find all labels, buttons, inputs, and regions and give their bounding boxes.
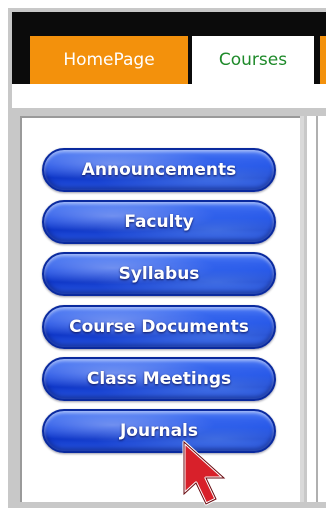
header-bar (12, 12, 326, 30)
tab-homepage[interactable]: HomePage (30, 36, 188, 84)
tab-more[interactable] (320, 36, 326, 84)
tab-courses[interactable]: Courses (192, 36, 314, 84)
divider (12, 108, 326, 116)
class-meetings-button[interactable]: Class Meetings (42, 357, 276, 401)
bottom-border (12, 502, 326, 508)
tab-underline-band (12, 84, 326, 108)
arrow-cursor-icon (182, 440, 226, 506)
syllabus-button[interactable]: Syllabus (42, 252, 276, 296)
course-documents-button[interactable]: Course Documents (42, 305, 276, 349)
content-area (304, 116, 326, 502)
content-border (316, 116, 318, 502)
faculty-button[interactable]: Faculty (42, 200, 276, 244)
tab-bar: HomePage Courses (12, 30, 326, 84)
announcements-button[interactable]: Announcements (42, 148, 276, 192)
